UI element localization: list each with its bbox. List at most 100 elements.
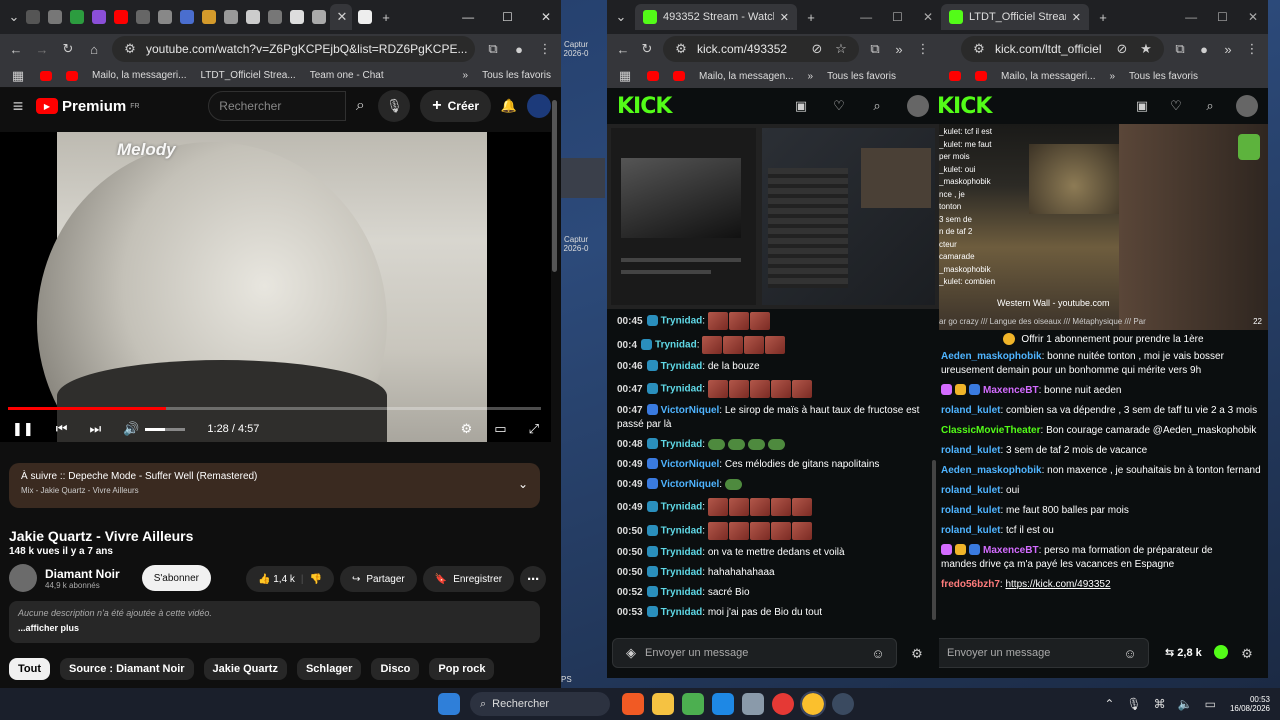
bookmark-star-icon[interactable]: ☆ — [833, 41, 849, 57]
notifications-bell-icon[interactable]: 🔔 — [501, 98, 517, 114]
forward-icon[interactable]: → — [34, 42, 50, 57]
chip-disco[interactable]: Disco — [371, 658, 420, 680]
tab-favicon[interactable] — [114, 10, 128, 24]
tab-list-chevron-icon[interactable]: ⌄ — [6, 9, 22, 25]
clock[interactable]: 00:53 16/08/2026 — [1230, 695, 1270, 713]
tab-favicon[interactable] — [268, 10, 282, 24]
all-favorites[interactable]: Tous les favoris — [482, 70, 551, 81]
chat-username[interactable]: Trynidad — [661, 502, 703, 513]
chat-username[interactable]: VictorNiquel — [661, 479, 720, 490]
chat-username[interactable]: Trynidad — [661, 587, 703, 598]
youtube-bookmark-icon[interactable] — [647, 71, 659, 81]
extensions-icon[interactable]: ⧉ — [867, 41, 883, 57]
chat-username[interactable]: VictorNiquel — [661, 459, 720, 470]
more-overflow-icon[interactable]: » — [1220, 42, 1236, 57]
tab-favicon[interactable] — [158, 10, 172, 24]
microphone-icon[interactable]: 🎙 — [378, 90, 411, 122]
chat-message-input[interactable]: Envoyer un message ☺ — [939, 638, 1149, 668]
bookmarks-overflow-icon[interactable]: » — [1109, 71, 1115, 82]
profile-avatar-icon[interactable]: ● — [511, 42, 527, 57]
volume-icon[interactable]: 🔊 — [123, 421, 139, 437]
youtube-bookmark-icon[interactable] — [66, 70, 78, 81]
desktop-icon-capture[interactable]: Captur 2026-0 — [561, 40, 591, 58]
save-button[interactable]: 🔖 Enregistrer — [422, 566, 515, 592]
site-info-icon[interactable]: ⚙ — [971, 41, 987, 57]
browse-icon[interactable]: ▣ — [1134, 98, 1150, 114]
chat-username[interactable]: ClassicMovieTheater — [941, 425, 1041, 436]
close-window-icon[interactable]: ✕ — [1248, 10, 1258, 24]
description-box[interactable]: Aucune description n'a été ajoutée à cet… — [9, 601, 540, 643]
file-explorer-icon[interactable] — [652, 693, 674, 715]
tray-chevron-up-icon[interactable]: ⌃ — [1104, 697, 1114, 711]
chrome-app-icon[interactable] — [682, 693, 704, 715]
create-button[interactable]: + Créer — [420, 90, 491, 122]
youtube-bookmark-icon[interactable] — [975, 71, 987, 81]
bookmark-team-one[interactable]: Team one - Chat — [310, 70, 384, 81]
chat-username[interactable]: Aeden_maskophobik — [941, 351, 1042, 362]
up-next-banner[interactable]: À suivre :: Depeche Mode - Suffer Well (… — [9, 463, 540, 508]
chat-username[interactable]: roland_kulet — [941, 505, 1000, 516]
photos-app-icon[interactable] — [742, 693, 764, 715]
youtube-logo[interactable]: ▶ Premium FR — [36, 98, 140, 115]
chat-settings-gear-icon[interactable]: ⚙ — [1239, 646, 1255, 662]
network-icon[interactable]: ⌘ — [1154, 697, 1166, 711]
youtube-bookmark-icon[interactable] — [40, 70, 52, 81]
kick-points-icon[interactable] — [1214, 645, 1228, 659]
search-input[interactable]: Rechercher — [208, 91, 347, 121]
tab-favicon[interactable] — [136, 10, 150, 24]
eye-off-icon[interactable]: ⊘ — [1114, 41, 1130, 57]
kick-logo[interactable]: KICK — [617, 94, 672, 119]
edge-app-icon[interactable] — [712, 693, 734, 715]
gift-sub-banner[interactable]: Offrir 1 abonnement pour prendre la 1ère — [939, 330, 1268, 348]
chat-rules-icon[interactable]: ◈ — [623, 645, 639, 661]
desktop-icon-map[interactable] — [561, 158, 605, 198]
chevron-down-icon[interactable]: ⌄ — [518, 477, 528, 491]
more-overflow-icon[interactable]: » — [891, 42, 907, 57]
apps-grid-icon[interactable]: ▦ — [10, 68, 26, 84]
maximize-icon[interactable]: ☐ — [892, 10, 903, 24]
chat-scrollbar[interactable] — [932, 460, 936, 620]
back-icon[interactable]: ← — [8, 42, 24, 57]
maximize-icon[interactable]: ☐ — [502, 10, 513, 24]
theater-mode-icon[interactable]: ▭ — [494, 421, 506, 437]
chat-username[interactable]: Trynidad — [661, 547, 703, 558]
youtube-bookmark-icon[interactable] — [673, 71, 685, 81]
fullscreen-icon[interactable]: ⤢ — [529, 421, 539, 437]
chat-username[interactable]: fredo56bzh7 — [941, 579, 1000, 590]
tab-list-chevron-icon[interactable]: ⌄ — [613, 9, 629, 25]
chat-link[interactable]: https://kick.com/493352 — [1005, 579, 1110, 590]
minimize-icon[interactable]: — — [1185, 10, 1197, 24]
app-icon[interactable] — [832, 693, 854, 715]
bookmark-mailo[interactable]: Mailo, la messageri... — [1001, 71, 1095, 82]
tab-favicon[interactable] — [312, 10, 326, 24]
maximize-icon[interactable]: ☐ — [1217, 10, 1228, 24]
chat-username[interactable]: Trynidad — [661, 607, 703, 618]
bookmark-mailo[interactable]: Mailo, la messageri... — [92, 70, 186, 81]
site-info-icon[interactable]: ⚙ — [673, 41, 689, 57]
tab-favicon-x[interactable] — [358, 10, 372, 24]
profile-avatar-icon[interactable]: ● — [1196, 42, 1212, 57]
microphone-icon[interactable]: 🎙 — [1126, 697, 1141, 711]
like-button[interactable]: 👍 1,4 k — [258, 574, 295, 585]
hamburger-menu-icon[interactable]: ≡ — [10, 96, 26, 117]
scrollbar[interactable] — [552, 100, 557, 272]
tab-favicon[interactable] — [180, 10, 194, 24]
bookmark-ltdt[interactable]: LTDT_Officiel Strea... — [200, 70, 295, 81]
opera-app-icon[interactable] — [772, 693, 794, 715]
tab-favicon[interactable] — [92, 10, 106, 24]
following-heart-icon[interactable]: ♡ — [1168, 98, 1184, 114]
battery-icon[interactable]: ▭ — [1205, 697, 1216, 711]
windows-start-icon[interactable] — [438, 693, 460, 715]
chip-jakie-quartz[interactable]: Jakie Quartz — [203, 658, 287, 680]
next-icon[interactable]: ⏭ — [90, 421, 102, 437]
search-icon[interactable]: ⌕ — [352, 97, 368, 115]
volume-slider[interactable] — [145, 427, 186, 431]
site-info-icon[interactable]: ⚙ — [122, 41, 138, 57]
extensions-icon[interactable]: ⧉ — [485, 41, 501, 57]
all-favorites[interactable]: Tous les favoris — [1129, 71, 1198, 82]
chat-username[interactable]: Aeden_maskophobik — [941, 465, 1042, 476]
chat-username[interactable]: roland_kulet — [941, 405, 1000, 416]
apps-grid-icon[interactable]: ▦ — [617, 68, 633, 84]
search-icon[interactable]: ⌕ — [1202, 98, 1218, 114]
show-more-link[interactable]: ...afficher plus — [18, 623, 531, 633]
